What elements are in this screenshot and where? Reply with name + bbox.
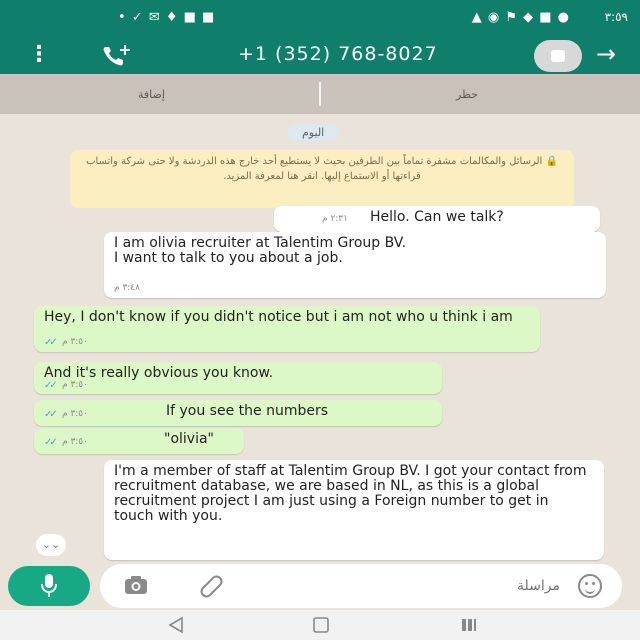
message-bubble-outgoing[interactable]: ✓✓ ٣:٥٠ م If you see the numbers bbox=[34, 400, 442, 426]
arrow-right-icon[interactable]: → bbox=[596, 40, 616, 68]
chat-area[interactable]: اليوم 🔒 الرسائل والمكالمات مشفرة تماماً … bbox=[0, 114, 640, 560]
message-text: Hey, I don't know if you didn't notice b… bbox=[44, 309, 513, 325]
add-call-icon[interactable] bbox=[98, 41, 134, 69]
message-bubble-outgoing[interactable]: And it's really obvious you know. ✓✓ ٣:٥… bbox=[34, 362, 442, 394]
camera-icon[interactable] bbox=[124, 575, 148, 595]
composer-bar bbox=[0, 560, 640, 610]
message-bubble-outgoing[interactable]: ✓✓ ٣:٥٠ م "olivia" bbox=[34, 428, 244, 454]
message-bubble-incoming[interactable]: I'm a member of staff at Talentim Group … bbox=[104, 460, 604, 560]
microphone-icon bbox=[41, 574, 57, 597]
double-check-icon: ✓✓ bbox=[44, 337, 58, 348]
home-square-icon[interactable] bbox=[312, 616, 330, 634]
block-button[interactable]: حظر bbox=[456, 88, 478, 101]
message-time: ٣:٥٠ م bbox=[62, 380, 88, 390]
double-check-icon: ✓✓ bbox=[44, 437, 58, 448]
double-check-icon: ✓✓ bbox=[44, 409, 58, 420]
message-bubble-outgoing[interactable]: ٢:٣١ م Hello. Can we talk? bbox=[274, 206, 600, 232]
encryption-notice[interactable]: 🔒 الرسائل والمكالمات مشفرة تماماً بين ال… bbox=[70, 150, 574, 208]
message-time: ٣:٤٨ م bbox=[114, 283, 140, 293]
divider bbox=[319, 82, 321, 106]
message-time: ٣:٥٠ م bbox=[62, 337, 88, 347]
message-bubble-outgoing[interactable]: Hey, I don't know if you didn't notice b… bbox=[34, 306, 540, 352]
chat-header: ⋮ +1 (352) 768-8027 → bbox=[0, 38, 640, 74]
scroll-down-button[interactable]: ⌄⌄ bbox=[36, 534, 66, 556]
avatar[interactable] bbox=[534, 40, 582, 72]
message-text: And it's really obvious you know. bbox=[44, 365, 274, 381]
contact-phone-number[interactable]: +1 (352) 768-8027 bbox=[238, 43, 438, 65]
contact-actions-bar: إضافة حظر bbox=[0, 74, 640, 114]
message-time: ٢:٣١ م bbox=[322, 214, 348, 224]
message-bubble-incoming[interactable]: I am olivia recruiter at Talentim Group … bbox=[104, 232, 606, 298]
message-time: ٣:٥٠ م bbox=[62, 409, 88, 419]
voice-record-button[interactable] bbox=[8, 566, 90, 606]
chevron-double-down-icon: ⌄⌄ bbox=[41, 538, 61, 551]
message-text: Hello. Can we talk? bbox=[370, 209, 504, 225]
status-bar: • ✓ ✉ ♦ ■ ■ ▲ ◉ ⚑ ◆ ■ ● ٣:٥٩ bbox=[0, 0, 640, 38]
message-text: I'm a member of staff at Talentim Group … bbox=[114, 463, 587, 524]
system-navigation-bar bbox=[0, 610, 640, 640]
message-input[interactable] bbox=[400, 572, 560, 600]
double-check-icon: ✓✓ bbox=[44, 380, 58, 391]
add-contact-button[interactable]: إضافة bbox=[138, 88, 165, 101]
status-icons-right: ▲ ◉ ⚑ ◆ ■ ● bbox=[471, 10, 570, 25]
date-chip: اليوم bbox=[288, 124, 339, 141]
message-text: "olivia" bbox=[164, 431, 214, 447]
vertical-dots-icon[interactable]: ⋮ bbox=[28, 42, 50, 67]
message-time: ٣:٥٠ م bbox=[62, 437, 88, 447]
paperclip-icon[interactable] bbox=[198, 573, 224, 599]
smiley-icon[interactable] bbox=[578, 574, 602, 598]
back-triangle-icon[interactable] bbox=[168, 616, 184, 634]
message-text: I am olivia recruiter at Talentim Group … bbox=[114, 235, 407, 266]
recent-apps-icon[interactable] bbox=[460, 616, 478, 634]
message-text: If you see the numbers bbox=[166, 403, 329, 419]
message-input-bar[interactable] bbox=[100, 564, 622, 608]
status-icons-left: • ✓ ✉ ♦ ■ ■ bbox=[118, 10, 216, 25]
status-time: ٣:٥٩ bbox=[604, 10, 628, 24]
